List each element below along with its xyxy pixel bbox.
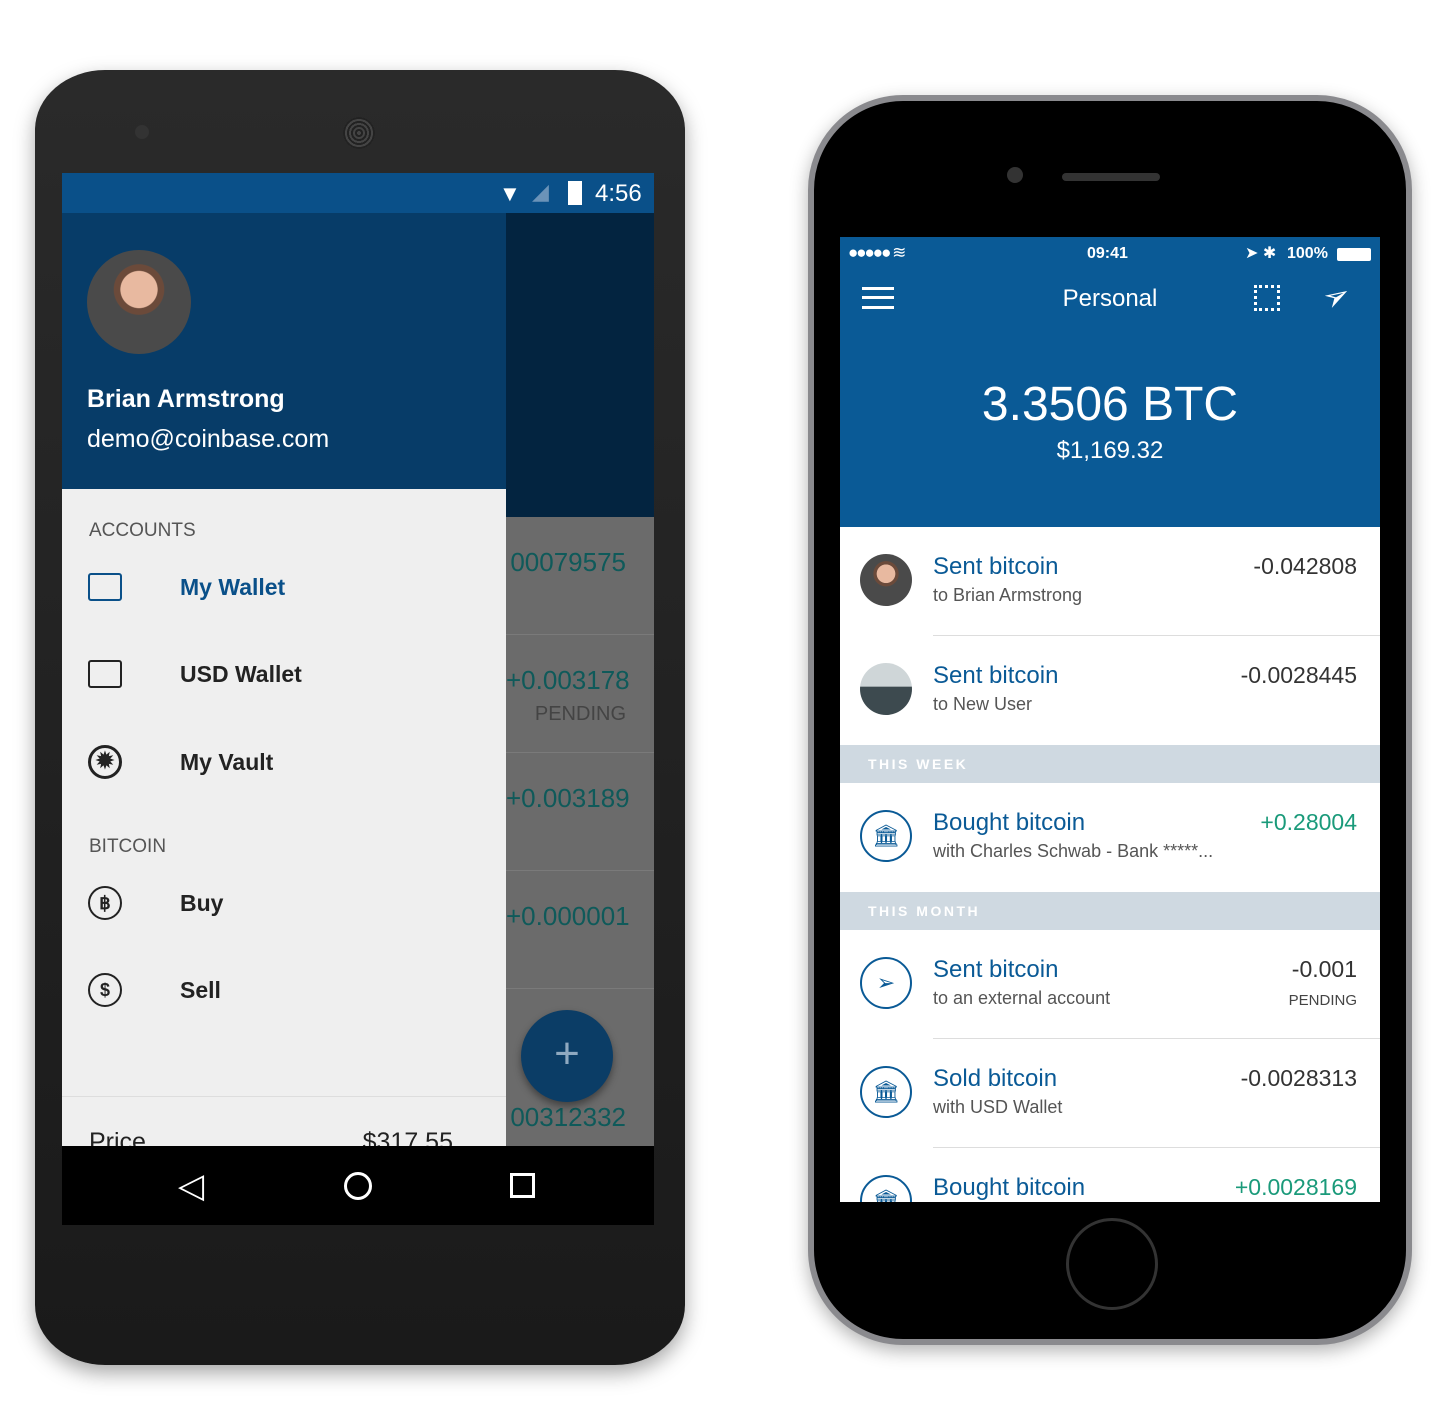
transaction-row[interactable]: 🏛 Bought bitcoin with Charles Schwab - Ban… xyxy=(840,783,1380,892)
wifi-icon: ▼ xyxy=(499,181,521,206)
back-icon[interactable]: ◁ xyxy=(178,1166,204,1206)
tx-amount: +0.28004 xyxy=(1260,809,1357,835)
background-header xyxy=(506,213,654,517)
drawer-item-label: USD Wallet xyxy=(180,660,302,687)
android-status-bar: ▼ ◢ 4:56 xyxy=(62,173,654,213)
location-bluetooth-icon: ➤ ✱ xyxy=(1245,245,1277,262)
tx-title: Sent bitcoin xyxy=(933,553,1059,580)
drawer-item-my-vault[interactable]: ✹ My Vault xyxy=(62,727,506,797)
tx-title: Sent bitcoin xyxy=(933,662,1059,689)
tx-amount: -0.042808 xyxy=(1253,553,1357,579)
drawer-item-usd-wallet[interactable]: USD Wallet xyxy=(62,639,506,709)
battery-icon xyxy=(1337,248,1371,261)
speaker-icon xyxy=(1062,173,1160,181)
tx-amount: +0.0028169 xyxy=(1234,1174,1357,1200)
tx-status: PENDING xyxy=(1288,992,1357,1009)
row-amount: +0.003178 xyxy=(506,665,630,695)
tx-subtitle: with USD Wallet xyxy=(933,1097,1063,1117)
row-amount: 00312332 xyxy=(510,1102,626,1132)
tx-title: Bought bitcoin xyxy=(933,1174,1086,1201)
drawer-item-sell[interactable]: $ Sell xyxy=(62,955,506,1025)
home-icon[interactable] xyxy=(344,1172,372,1200)
tx-amount: -0.001 xyxy=(1291,956,1357,982)
bank-out-icon: 🏛 xyxy=(860,1066,912,1118)
send-icon: ➢ xyxy=(860,957,912,1009)
background-row[interactable]: 00079575 xyxy=(506,517,654,635)
status-time: 09:41 xyxy=(1087,245,1128,262)
transaction-row[interactable]: Sent bitcoin to New User -0.0028445 xyxy=(840,636,1380,745)
page-title: Personal xyxy=(1062,285,1158,312)
qr-code-icon[interactable] xyxy=(1254,285,1280,311)
drawer-header: Brian Armstrong demo@coinbase.com xyxy=(62,213,506,489)
battery-percent: 100% xyxy=(1287,245,1328,262)
speaker-icon xyxy=(343,117,375,149)
wallet-icon xyxy=(62,660,180,688)
camera-icon xyxy=(135,125,149,139)
accounts-section-header: ACCOUNTS xyxy=(89,520,196,541)
drawer-item-my-wallet[interactable]: My Wallet xyxy=(62,552,506,622)
battery-icon xyxy=(568,181,582,205)
bitcoin-icon: ฿ xyxy=(62,886,180,920)
balance-usd: $1,169.32 xyxy=(1056,437,1164,464)
vault-icon: ✹ xyxy=(62,745,180,779)
transaction-row[interactable]: 🏛 Sold bitcoin with USD Wallet -0.0028313 xyxy=(840,1039,1380,1148)
dollar-icon: $ xyxy=(62,973,180,1007)
wallet-icon xyxy=(62,573,180,601)
bank-in-icon: 🏛 xyxy=(860,810,912,862)
transaction-row[interactable]: ➢ Sent bitcoin to an external account -0.00… xyxy=(840,930,1380,1039)
signal-icon: ◢ xyxy=(532,179,549,204)
row-amount: +0.003189 xyxy=(506,783,630,813)
transaction-row[interactable]: Sent bitcoin to Brian Armstrong -0.042808 xyxy=(840,527,1380,636)
row-amount: 00079575 xyxy=(510,547,626,577)
transaction-row[interactable]: 🏛 Bought bitcoin +0.0028169 xyxy=(840,1148,1380,1202)
avatar xyxy=(860,663,912,715)
tx-subtitle: to Brian Armstrong xyxy=(933,585,1083,605)
section-header-this-month: THIS MONTH xyxy=(840,892,1380,930)
background-row[interactable]: +0.000001 xyxy=(506,871,654,989)
avatar xyxy=(860,554,912,606)
navigation-drawer: Brian Armstrong demo@coinbase.com ACCOUN… xyxy=(62,213,506,1156)
camera-icon xyxy=(1007,167,1023,183)
background-row[interactable]: +0.003178 PENDING xyxy=(506,635,654,753)
add-fab-button[interactable]: + xyxy=(521,1010,613,1102)
tx-amount: -0.0028313 xyxy=(1240,1065,1357,1091)
row-amount: +0.000001 xyxy=(506,901,630,931)
wallet-header: ●●●●● ≋ 09:41 ➤ ✱ 100% Personal ➢ 3.3506… xyxy=(840,237,1380,527)
recents-icon[interactable] xyxy=(510,1173,535,1198)
drawer-item-label: Buy xyxy=(180,889,224,916)
user-name: Brian Armstrong xyxy=(87,385,285,413)
ios-screen: ●●●●● ≋ 09:41 ➤ ✱ 100% Personal ➢ 3.3506… xyxy=(840,237,1380,1202)
drawer-item-label: My Vault xyxy=(180,748,274,775)
tx-amount: -0.0028445 xyxy=(1240,662,1357,688)
drawer-item-label: Sell xyxy=(180,976,221,1003)
tx-subtitle: to an external account xyxy=(933,988,1111,1008)
drawer-item-buy[interactable]: ฿ Buy xyxy=(62,868,506,938)
tx-subtitle: with Charles Schwab - Bank *****... xyxy=(933,841,1214,861)
bitcoin-section-header: BITCOIN xyxy=(89,836,167,857)
signal-icon: ●●●●● ≋ xyxy=(848,243,906,262)
home-button[interactable] xyxy=(1066,1218,1158,1310)
background-row[interactable]: +0.003189 xyxy=(506,753,654,871)
balance-btc: 3.3506 BTC xyxy=(981,378,1239,431)
user-email: demo@coinbase.com xyxy=(87,425,330,453)
tx-subtitle: to New User xyxy=(933,694,1033,714)
avatar xyxy=(87,250,191,354)
section-header-this-week: THIS WEEK xyxy=(840,745,1380,783)
android-screen: ▼ ◢ 4:56 00079575 +0.003178 PENDING +0.00… xyxy=(62,173,654,1225)
tx-title: Sold bitcoin xyxy=(933,1065,1058,1092)
drawer-item-label: My Wallet xyxy=(180,573,286,600)
android-nav-bar: ◁ xyxy=(62,1146,654,1225)
row-status: PENDING xyxy=(534,703,626,725)
tx-title: Sent bitcoin xyxy=(933,956,1059,983)
bank-in-icon: 🏛 xyxy=(860,1175,912,1202)
status-time: 4:56 xyxy=(595,180,642,207)
tx-title: Bought bitcoin xyxy=(933,809,1086,836)
